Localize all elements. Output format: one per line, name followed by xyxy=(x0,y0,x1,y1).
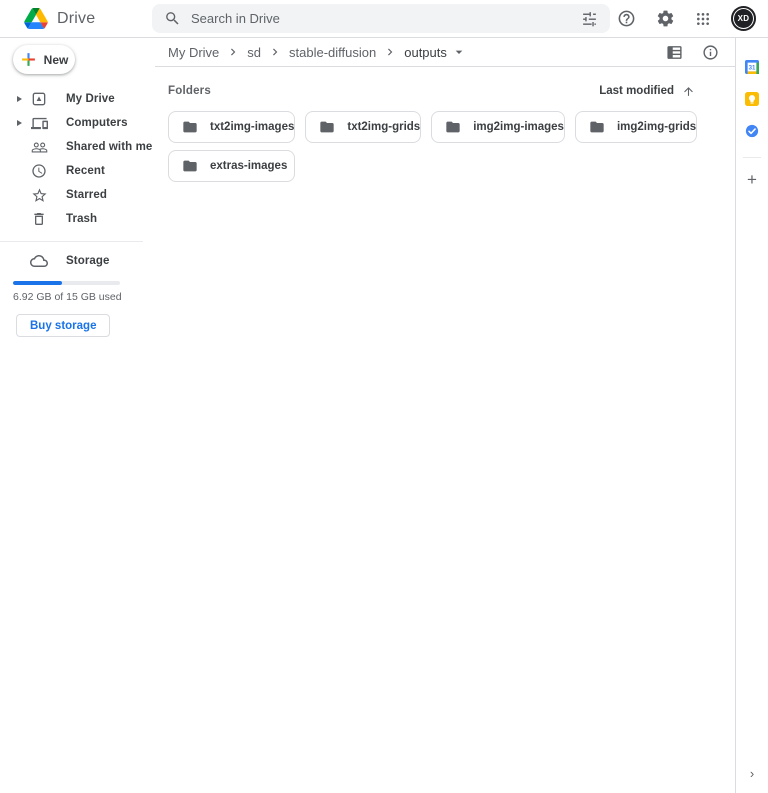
workspace-side-panel: 31 + › xyxy=(735,38,768,793)
sidebar-nav: My Drive Computers Shared with me xyxy=(0,87,155,231)
sidebar-item-shared-with-me[interactable]: Shared with me xyxy=(0,135,155,159)
folders-section-label: Folders xyxy=(168,85,211,97)
google-drive-logo-icon xyxy=(24,8,48,29)
recent-icon xyxy=(30,163,48,179)
storage-label: Storage xyxy=(66,255,110,267)
sidebar-item-recent[interactable]: Recent xyxy=(0,159,155,183)
sidebar-item-starred[interactable]: Starred xyxy=(0,183,155,207)
sidebar-item-label: Shared with me xyxy=(66,141,152,153)
top-app-bar: Drive XD xyxy=(0,0,768,38)
folder-card-img2img-images[interactable]: img2img-images xyxy=(431,111,565,143)
trash-icon xyxy=(30,211,48,227)
folder-icon xyxy=(182,158,198,174)
google-calendar-icon[interactable]: 31 xyxy=(740,55,764,79)
shared-with-me-icon xyxy=(30,139,48,156)
search-options-icon[interactable] xyxy=(581,10,598,27)
folder-name: img2img-grids xyxy=(617,121,696,133)
app-title: Drive xyxy=(57,10,95,28)
storage-progress-fill xyxy=(13,281,62,285)
settings-icon[interactable] xyxy=(656,9,675,28)
get-add-ons-button[interactable]: + xyxy=(740,168,764,192)
sidebar-divider xyxy=(0,241,143,242)
sidebar-item-label: Trash xyxy=(66,213,97,225)
search-icon[interactable] xyxy=(164,10,181,27)
folder-icon xyxy=(182,119,198,135)
folder-name: img2img-images xyxy=(473,121,564,133)
folder-icon xyxy=(445,119,461,135)
chevron-right-icon xyxy=(268,45,282,59)
sidebar-item-label: My Drive xyxy=(66,93,115,105)
sidebar-item-trash[interactable]: Trash xyxy=(0,207,155,231)
list-view-icon[interactable] xyxy=(666,44,683,61)
sidebar-item-my-drive[interactable]: My Drive xyxy=(0,87,155,111)
drive-home-link[interactable]: Drive xyxy=(0,8,152,29)
folder-name: txt2img-images xyxy=(210,121,294,133)
folder-name: extras-images xyxy=(210,160,287,172)
buy-storage-button[interactable]: Buy storage xyxy=(16,314,110,337)
computers-icon xyxy=(30,115,48,132)
breadcrumb-item-stable-diffusion[interactable]: stable-diffusion xyxy=(289,45,376,60)
folder-card-img2img-grids[interactable]: img2img-grids xyxy=(575,111,697,143)
file-list-area: Folders Last modified txt2img-images txt… xyxy=(155,67,735,182)
folder-grid: txt2img-images txt2img-grids img2img-ima… xyxy=(168,111,695,182)
starred-icon xyxy=(30,187,48,204)
svg-text:31: 31 xyxy=(749,64,756,71)
content-area: My Drive sd stable-diffusion outputs xyxy=(155,38,735,793)
folder-name: txt2img-grids xyxy=(347,121,420,133)
sidebar-item-label: Recent xyxy=(66,165,105,177)
sort-ascending-arrow-icon[interactable] xyxy=(682,85,695,98)
folder-icon xyxy=(319,119,335,135)
cloud-icon xyxy=(30,252,48,270)
new-button-label: New xyxy=(44,53,69,67)
account-avatar[interactable]: XD xyxy=(731,6,756,31)
expand-arrow-icon[interactable] xyxy=(17,96,28,102)
plus-icon xyxy=(20,51,37,68)
search-bar[interactable] xyxy=(152,4,610,33)
search-input[interactable] xyxy=(191,11,581,26)
hide-side-panel-chevron[interactable]: › xyxy=(750,766,754,781)
chevron-right-icon xyxy=(226,45,240,59)
breadcrumb-item-sd[interactable]: sd xyxy=(247,45,261,60)
breadcrumb-item-my-drive[interactable]: My Drive xyxy=(168,45,219,60)
dropdown-caret-icon xyxy=(451,44,467,60)
help-icon[interactable] xyxy=(617,9,636,28)
storage-progress-bar xyxy=(13,281,120,285)
my-drive-icon xyxy=(30,91,48,107)
folder-icon xyxy=(589,119,605,135)
sidebar-item-label: Starred xyxy=(66,189,107,201)
sidebar-item-label: Computers xyxy=(66,117,128,129)
google-tasks-icon[interactable] xyxy=(740,119,764,143)
sidebar: New My Drive Computers xyxy=(0,38,155,793)
sort-label: Last modified xyxy=(599,85,674,97)
folder-card-txt2img-images[interactable]: txt2img-images xyxy=(168,111,295,143)
google-keep-icon[interactable] xyxy=(740,87,764,111)
storage-used-text: 6.92 GB of 15 GB used xyxy=(13,291,155,303)
chevron-right-icon xyxy=(383,45,397,59)
breadcrumb-item-outputs[interactable]: outputs xyxy=(404,44,467,60)
folder-card-extras-images[interactable]: extras-images xyxy=(168,150,295,182)
folder-card-txt2img-grids[interactable]: txt2img-grids xyxy=(305,111,421,143)
expand-arrow-icon[interactable] xyxy=(17,120,28,126)
side-panel-divider xyxy=(743,157,761,158)
breadcrumb: My Drive sd stable-diffusion outputs xyxy=(155,38,735,67)
new-button[interactable]: New xyxy=(13,45,75,74)
sidebar-item-computers[interactable]: Computers xyxy=(0,111,155,135)
google-apps-icon[interactable] xyxy=(695,11,711,27)
sidebar-item-storage[interactable]: Storage xyxy=(0,249,155,273)
details-info-icon[interactable] xyxy=(702,44,719,61)
sort-control[interactable]: Last modified xyxy=(599,85,695,98)
